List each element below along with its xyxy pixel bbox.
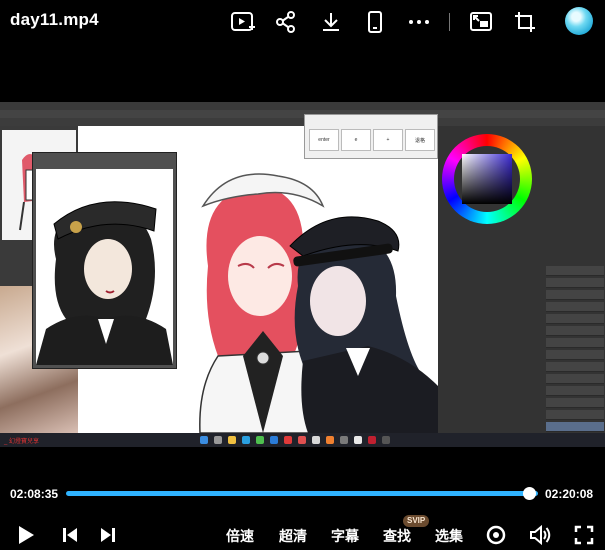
app-icon	[340, 436, 348, 444]
keypad-e-button[interactable]: e	[341, 129, 371, 151]
download-icon[interactable]	[316, 7, 346, 37]
app-icon	[284, 436, 292, 444]
layer-row[interactable]	[546, 290, 604, 300]
share-icon[interactable]	[271, 7, 301, 37]
app-icon	[354, 436, 362, 444]
episodes-button[interactable]: 选集	[435, 526, 463, 546]
layer-row[interactable]	[546, 398, 604, 408]
app-icon	[326, 436, 334, 444]
play-icon[interactable]	[14, 523, 38, 547]
play-add-icon[interactable]	[228, 7, 258, 37]
previous-icon[interactable]	[58, 523, 82, 547]
search-button[interactable]: 查找	[383, 526, 411, 546]
more-icon[interactable]	[404, 7, 434, 37]
layer-row[interactable]	[546, 266, 604, 276]
layer-row[interactable]	[546, 386, 604, 396]
layer-row[interactable]	[546, 314, 604, 324]
fullscreen-icon[interactable]	[572, 523, 596, 547]
app-title-bar	[0, 102, 605, 110]
assistant-icon[interactable]	[565, 7, 593, 35]
os-taskbar: _ 幻燈寶兒享	[0, 433, 605, 447]
app-icon	[382, 436, 390, 444]
volume-icon[interactable]	[527, 523, 553, 547]
top-bar: day11.mp4	[0, 0, 605, 44]
pip-icon[interactable]	[466, 7, 496, 37]
windows-icon	[200, 436, 208, 444]
progress-bar[interactable]	[66, 491, 538, 496]
color-picker-square[interactable]	[462, 154, 512, 204]
next-icon[interactable]	[96, 523, 120, 547]
video-frame[interactable]: enter e + 退格 _ 幻燈寶兒享	[0, 102, 605, 447]
app-icon	[270, 436, 278, 444]
progress-knob[interactable]	[522, 487, 536, 500]
folder-icon	[228, 436, 236, 444]
danmaku-icon[interactable]	[484, 523, 508, 547]
speed-button[interactable]: 倍速	[226, 526, 254, 546]
app-icon	[298, 436, 306, 444]
keypad-plus-button[interactable]: +	[373, 129, 403, 151]
current-time: 02:08:35	[10, 487, 59, 501]
layer-row[interactable]	[546, 326, 604, 336]
keypad-enter-button[interactable]: enter	[309, 129, 339, 151]
layer-row[interactable]	[546, 338, 604, 348]
end-time: 02:20:08	[545, 487, 594, 501]
subtitle-button[interactable]: 字幕	[331, 526, 359, 546]
app-icon	[312, 436, 320, 444]
quality-button[interactable]: 超清	[279, 526, 307, 546]
chrome-icon	[256, 436, 264, 444]
reference-window[interactable]	[32, 152, 177, 369]
video-title: day11.mp4	[10, 10, 99, 29]
layer-row[interactable]	[546, 374, 604, 384]
app-icon	[368, 436, 376, 444]
app-menu-bar	[0, 110, 605, 118]
layer-row-selected[interactable]	[546, 422, 604, 432]
layer-row[interactable]	[546, 362, 604, 372]
app-toolbar	[0, 118, 605, 126]
color-wheel[interactable]	[442, 134, 532, 224]
numeric-keypad-window[interactable]: enter e + 退格	[304, 114, 438, 159]
layer-row[interactable]	[546, 278, 604, 288]
keypad-backspace-button[interactable]: 退格	[405, 129, 435, 151]
search-icon	[214, 436, 222, 444]
layer-row[interactable]	[546, 302, 604, 312]
browser-icon	[242, 436, 250, 444]
top-separator	[449, 13, 450, 31]
phone-icon[interactable]	[360, 7, 390, 37]
reference-image	[36, 169, 173, 365]
layer-row[interactable]	[546, 350, 604, 360]
crop-rotate-icon[interactable]	[510, 7, 540, 37]
layer-row[interactable]	[546, 410, 604, 420]
taskbar-text: _ 幻燈寶兒享	[4, 439, 40, 445]
